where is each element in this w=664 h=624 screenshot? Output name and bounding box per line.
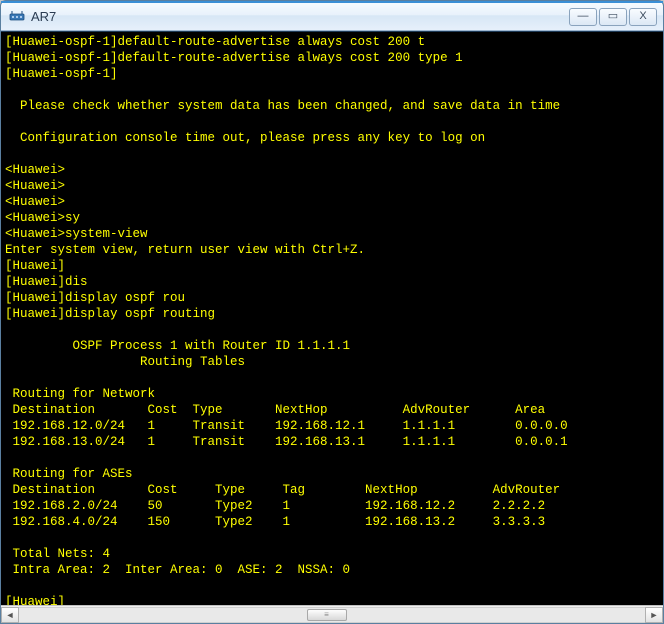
- terminal[interactable]: [Huawei-ospf-1]default-route-advertise a…: [1, 31, 663, 605]
- minimize-icon: —: [578, 11, 589, 22]
- maximize-button[interactable]: ▭: [599, 8, 627, 26]
- scroll-left-button[interactable]: ◄: [1, 607, 19, 623]
- scrollbar-track[interactable]: ≡: [19, 607, 645, 623]
- window-controls: — ▭ X: [569, 8, 657, 26]
- close-icon: X: [639, 11, 646, 22]
- maximize-icon: ▭: [608, 11, 618, 22]
- scrollbar-thumb[interactable]: ≡: [307, 609, 347, 621]
- minimize-button[interactable]: —: [569, 8, 597, 26]
- app-window: AR7 — ▭ X [Huawei-ospf-1]default-route-a…: [0, 0, 664, 624]
- window-title: AR7: [31, 9, 569, 24]
- horizontal-scrollbar[interactable]: ◄ ≡ ►: [1, 605, 663, 623]
- scroll-right-button[interactable]: ►: [645, 607, 663, 623]
- router-icon: [9, 9, 25, 25]
- grip-icon: ≡: [324, 610, 330, 619]
- chevron-left-icon: ◄: [6, 610, 15, 620]
- chevron-right-icon: ►: [650, 610, 659, 620]
- titlebar[interactable]: AR7 — ▭ X: [1, 3, 663, 31]
- close-button[interactable]: X: [629, 8, 657, 26]
